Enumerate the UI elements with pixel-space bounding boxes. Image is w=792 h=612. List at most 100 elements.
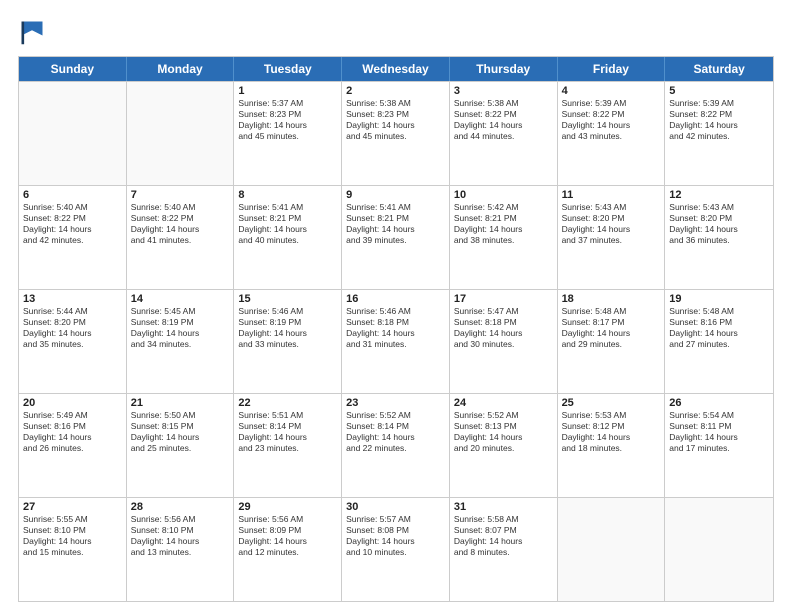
day-number: 19	[669, 293, 769, 305]
cell-info-line: and 13 minutes.	[131, 547, 230, 558]
cell-info-line: Sunrise: 5:44 AM	[23, 306, 122, 317]
day-number: 17	[454, 293, 553, 305]
cell-info-line: and 34 minutes.	[131, 339, 230, 350]
week-row-1: 1Sunrise: 5:37 AMSunset: 8:23 PMDaylight…	[19, 81, 773, 185]
cell-info-line: Sunrise: 5:41 AM	[346, 202, 445, 213]
cell-info-line: Sunset: 8:23 PM	[346, 109, 445, 120]
cell-info-line: and 45 minutes.	[346, 131, 445, 142]
cell-info-line: Sunset: 8:22 PM	[131, 213, 230, 224]
cell-info-line: Daylight: 14 hours	[346, 432, 445, 443]
cell-info-line: and 42 minutes.	[23, 235, 122, 246]
cell-info-line: Sunset: 8:21 PM	[454, 213, 553, 224]
day-cell-29: 29Sunrise: 5:56 AMSunset: 8:09 PMDayligh…	[234, 498, 342, 601]
cell-info-line: Sunrise: 5:40 AM	[23, 202, 122, 213]
cell-info-line: and 42 minutes.	[669, 131, 769, 142]
day-cell-1: 1Sunrise: 5:37 AMSunset: 8:23 PMDaylight…	[234, 82, 342, 185]
day-number: 27	[23, 501, 122, 513]
cell-info-line: Sunrise: 5:52 AM	[454, 410, 553, 421]
day-number: 20	[23, 397, 122, 409]
cell-info-line: Sunset: 8:23 PM	[238, 109, 337, 120]
header-day-wednesday: Wednesday	[342, 57, 450, 81]
cell-info-line: Daylight: 14 hours	[131, 328, 230, 339]
cell-info-line: and 40 minutes.	[238, 235, 337, 246]
day-number: 1	[238, 85, 337, 97]
cell-info-line: and 8 minutes.	[454, 547, 553, 558]
cell-info-line: and 39 minutes.	[346, 235, 445, 246]
cell-info-line: and 45 minutes.	[238, 131, 337, 142]
cell-info-line: Sunrise: 5:46 AM	[238, 306, 337, 317]
cell-info-line: and 17 minutes.	[669, 443, 769, 454]
cell-info-line: Sunset: 8:10 PM	[131, 525, 230, 536]
week-row-4: 20Sunrise: 5:49 AMSunset: 8:16 PMDayligh…	[19, 393, 773, 497]
empty-cell	[665, 498, 773, 601]
day-number: 22	[238, 397, 337, 409]
cell-info-line: Sunrise: 5:57 AM	[346, 514, 445, 525]
cell-info-line: Sunset: 8:17 PM	[562, 317, 661, 328]
cell-info-line: Sunset: 8:15 PM	[131, 421, 230, 432]
cell-info-line: Daylight: 14 hours	[562, 224, 661, 235]
cell-info-line: Daylight: 14 hours	[23, 432, 122, 443]
cell-info-line: Sunset: 8:07 PM	[454, 525, 553, 536]
cell-info-line: Sunrise: 5:47 AM	[454, 306, 553, 317]
cell-info-line: Sunset: 8:16 PM	[669, 317, 769, 328]
page: SundayMondayTuesdayWednesdayThursdayFrid…	[0, 0, 792, 612]
day-cell-30: 30Sunrise: 5:57 AMSunset: 8:08 PMDayligh…	[342, 498, 450, 601]
day-cell-20: 20Sunrise: 5:49 AMSunset: 8:16 PMDayligh…	[19, 394, 127, 497]
day-number: 13	[23, 293, 122, 305]
header-day-tuesday: Tuesday	[234, 57, 342, 81]
cell-info-line: Sunrise: 5:49 AM	[23, 410, 122, 421]
empty-cell	[558, 498, 666, 601]
cell-info-line: Sunset: 8:20 PM	[23, 317, 122, 328]
day-cell-5: 5Sunrise: 5:39 AMSunset: 8:22 PMDaylight…	[665, 82, 773, 185]
day-number: 30	[346, 501, 445, 513]
day-cell-7: 7Sunrise: 5:40 AMSunset: 8:22 PMDaylight…	[127, 186, 235, 289]
day-cell-16: 16Sunrise: 5:46 AMSunset: 8:18 PMDayligh…	[342, 290, 450, 393]
cell-info-line: Sunrise: 5:45 AM	[131, 306, 230, 317]
cell-info-line: Sunset: 8:22 PM	[23, 213, 122, 224]
cell-info-line: Sunrise: 5:56 AM	[238, 514, 337, 525]
cell-info-line: Daylight: 14 hours	[454, 224, 553, 235]
day-cell-12: 12Sunrise: 5:43 AMSunset: 8:20 PMDayligh…	[665, 186, 773, 289]
day-number: 5	[669, 85, 769, 97]
day-number: 6	[23, 189, 122, 201]
cell-info-line: Daylight: 14 hours	[131, 536, 230, 547]
day-number: 8	[238, 189, 337, 201]
cell-info-line: Sunrise: 5:38 AM	[346, 98, 445, 109]
day-cell-28: 28Sunrise: 5:56 AMSunset: 8:10 PMDayligh…	[127, 498, 235, 601]
cell-info-line: Daylight: 14 hours	[346, 120, 445, 131]
cell-info-line: Daylight: 14 hours	[131, 224, 230, 235]
day-number: 15	[238, 293, 337, 305]
cell-info-line: Sunrise: 5:51 AM	[238, 410, 337, 421]
day-number: 18	[562, 293, 661, 305]
cell-info-line: Sunset: 8:19 PM	[131, 317, 230, 328]
cell-info-line: Sunrise: 5:39 AM	[669, 98, 769, 109]
cell-info-line: Sunset: 8:10 PM	[23, 525, 122, 536]
day-number: 24	[454, 397, 553, 409]
cell-info-line: Daylight: 14 hours	[238, 432, 337, 443]
cell-info-line: Sunrise: 5:39 AM	[562, 98, 661, 109]
cell-info-line: Sunset: 8:14 PM	[238, 421, 337, 432]
cell-info-line: and 15 minutes.	[23, 547, 122, 558]
day-number: 7	[131, 189, 230, 201]
day-cell-4: 4Sunrise: 5:39 AMSunset: 8:22 PMDaylight…	[558, 82, 666, 185]
day-number: 2	[346, 85, 445, 97]
header-day-monday: Monday	[127, 57, 235, 81]
day-cell-15: 15Sunrise: 5:46 AMSunset: 8:19 PMDayligh…	[234, 290, 342, 393]
header-day-thursday: Thursday	[450, 57, 558, 81]
day-cell-23: 23Sunrise: 5:52 AMSunset: 8:14 PMDayligh…	[342, 394, 450, 497]
day-number: 11	[562, 189, 661, 201]
cell-info-line: Sunrise: 5:43 AM	[669, 202, 769, 213]
cell-info-line: and 26 minutes.	[23, 443, 122, 454]
cell-info-line: and 22 minutes.	[346, 443, 445, 454]
cell-info-line: and 10 minutes.	[346, 547, 445, 558]
day-cell-31: 31Sunrise: 5:58 AMSunset: 8:07 PMDayligh…	[450, 498, 558, 601]
day-number: 25	[562, 397, 661, 409]
cell-info-line: and 37 minutes.	[562, 235, 661, 246]
day-cell-11: 11Sunrise: 5:43 AMSunset: 8:20 PMDayligh…	[558, 186, 666, 289]
cell-info-line: Sunset: 8:14 PM	[346, 421, 445, 432]
cell-info-line: Daylight: 14 hours	[131, 432, 230, 443]
day-number: 10	[454, 189, 553, 201]
calendar: SundayMondayTuesdayWednesdayThursdayFrid…	[18, 56, 774, 602]
cell-info-line: Sunset: 8:19 PM	[238, 317, 337, 328]
cell-info-line: Sunrise: 5:52 AM	[346, 410, 445, 421]
